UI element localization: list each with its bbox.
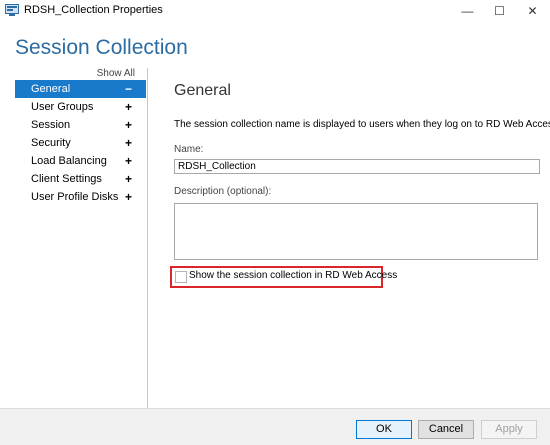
show-in-web-access-label[interactable]: Show the session collection in RD Web Ac…	[189, 270, 397, 281]
expand-icon: +	[124, 172, 132, 186]
apply-button[interactable]: Apply	[481, 420, 537, 439]
minimize-button[interactable]: —	[450, 0, 485, 22]
sidebar-item-label: Session	[31, 119, 71, 131]
sidebar-item-client-settings[interactable]: Client Settings +	[15, 170, 146, 188]
sidebar-item-session[interactable]: Session +	[15, 116, 146, 134]
ok-button[interactable]: OK	[356, 420, 412, 439]
general-panel: General The session collection name is d…	[170, 82, 550, 288]
collapse-icon: −	[124, 82, 132, 96]
title-bar: RDSH_Collection Properties — ☐ ✕	[0, 0, 550, 22]
cancel-button[interactable]: Cancel	[418, 420, 474, 439]
sidebar-item-label: User Profile Disks	[31, 191, 119, 203]
sidebar-item-security[interactable]: Security +	[15, 134, 146, 152]
page-title: Session Collection	[15, 36, 188, 59]
window-title: RDSH_Collection Properties	[24, 4, 163, 16]
expand-icon: +	[124, 154, 132, 168]
expand-icon: +	[124, 100, 132, 114]
dialog-footer: OK Cancel Apply	[0, 408, 550, 445]
expand-icon: +	[124, 190, 132, 204]
description-label: Description (optional):	[174, 186, 272, 197]
name-input[interactable]: RDSH_Collection	[174, 159, 540, 174]
show-all-link[interactable]: Show All	[97, 68, 135, 79]
expand-icon: +	[124, 118, 132, 132]
server-manager-icon	[5, 4, 19, 17]
sidebar-item-label: User Groups	[31, 101, 94, 113]
close-button[interactable]: ✕	[515, 0, 550, 22]
name-label: Name:	[174, 144, 204, 155]
expand-icon: +	[124, 136, 132, 150]
sidebar: Show All General − User Groups + Session…	[15, 68, 148, 408]
maximize-button[interactable]: ☐	[482, 0, 517, 22]
sidebar-item-label: Client Settings	[31, 173, 102, 185]
show-in-web-access-highlight: Show the session collection in RD Web Ac…	[170, 266, 397, 288]
description-textarea[interactable]	[174, 203, 538, 260]
sidebar-item-general[interactable]: General −	[15, 80, 146, 98]
sidebar-item-load-balancing[interactable]: Load Balancing +	[15, 152, 146, 170]
sidebar-item-label: Security	[31, 137, 71, 149]
show-in-web-access-checkbox[interactable]	[175, 271, 187, 283]
sidebar-item-label: General	[31, 83, 71, 95]
sidebar-list: General − User Groups + Session + Securi…	[15, 80, 146, 206]
sidebar-item-label: Load Balancing	[31, 155, 107, 167]
section-description: The session collection name is displayed…	[174, 119, 550, 130]
section-title: General	[174, 82, 231, 99]
sidebar-item-user-groups[interactable]: User Groups +	[15, 98, 146, 116]
sidebar-item-user-profile-disks[interactable]: User Profile Disks +	[15, 188, 146, 206]
